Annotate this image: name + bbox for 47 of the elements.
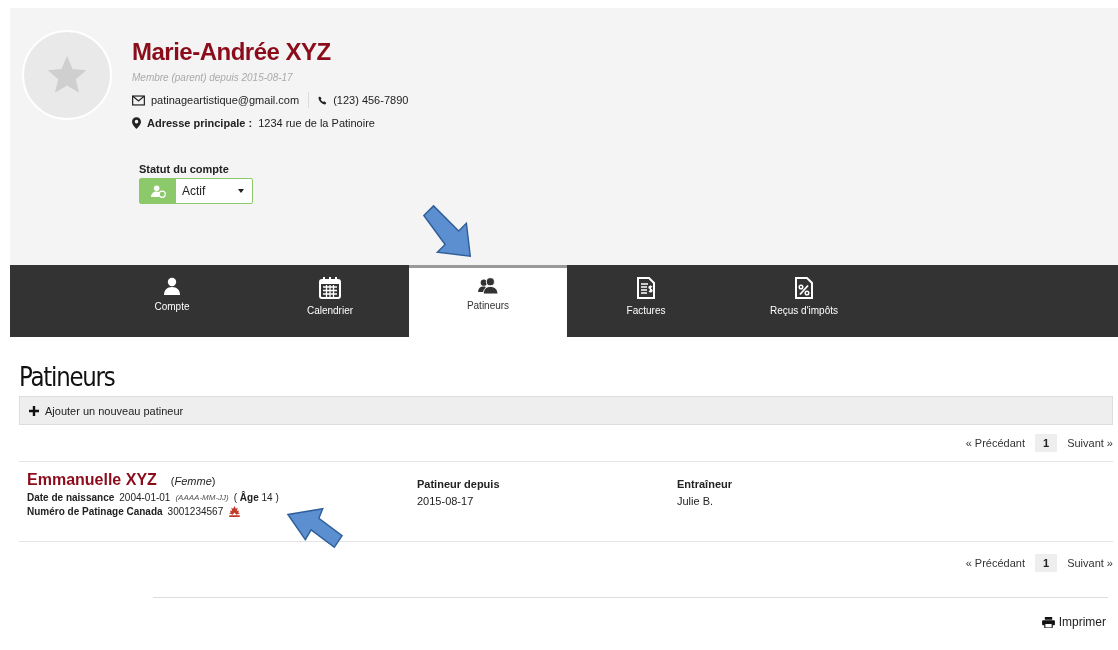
nav-tab[interactable]: Calendrier [251, 265, 409, 337]
invoice-icon [637, 277, 655, 299]
skater-name[interactable]: Emmanuelle XYZ [27, 471, 157, 489]
member-name: Marie-Andrée XYZ [132, 38, 332, 66]
skater-since-date: 2015-08-17 [417, 495, 475, 507]
skater-since-label: Patineur depuis [417, 478, 501, 490]
address-label: Adresse principale : [147, 117, 253, 129]
people-icon [477, 277, 499, 294]
annotation-arrow [286, 506, 344, 550]
phone-icon [318, 95, 328, 105]
envelope-icon [132, 94, 145, 106]
next-link[interactable]: Suivant » [1067, 437, 1113, 449]
percent-icon [795, 277, 813, 299]
status-select[interactable]: Actif [139, 178, 253, 204]
page-number[interactable]: 1 [1035, 554, 1058, 572]
birth-date-label: Date de naissance [27, 492, 115, 503]
date-format-hint: (AAAA-MM-JJ) [175, 493, 229, 502]
skate-canada-number: 3001234567 [167, 506, 224, 517]
nav-tab[interactable]: Reçus d'impôts [725, 265, 883, 337]
person-icon [164, 277, 180, 295]
printer-icon [1041, 616, 1055, 628]
page-number[interactable]: 1 [1035, 434, 1058, 452]
calendar-icon [319, 277, 341, 299]
skater-gender: (Femme) [170, 475, 216, 487]
phone-number: (123) 456-7890 [333, 94, 409, 106]
nav-tab[interactable]: Factures [567, 265, 725, 337]
previous-link[interactable]: « Précédant [965, 557, 1025, 569]
skater-age: ( Âge 14 ) [233, 492, 279, 503]
previous-link[interactable]: « Précédant [965, 437, 1025, 449]
address: 1234 rue de la Patinoire [258, 117, 375, 129]
skate-canada-number-label: Numéro de Patinage Canada [27, 506, 163, 517]
add-skater-button[interactable]: Ajouter un nouveau patineur [19, 396, 1113, 425]
plus-icon [29, 405, 39, 416]
coach-label: Entraîneur [677, 478, 732, 490]
email: patinageartistique@gmail.com [151, 94, 300, 106]
status-label: Statut du compte [139, 163, 230, 175]
birth-date: 2004-01-01 [119, 492, 171, 503]
user-check-icon [150, 184, 166, 198]
member-since: Membre (parent) depuis 2015-08-17 [132, 72, 294, 83]
coach-name: Julie B. [677, 495, 715, 507]
nav-tab[interactable]: Patineurs [409, 265, 567, 337]
page-title: Patineurs [19, 361, 116, 392]
map-pin-icon [132, 117, 141, 129]
next-link[interactable]: Suivant » [1067, 557, 1113, 569]
nav-tab[interactable]: Compte [93, 265, 251, 337]
maple-leaf-icon [228, 506, 242, 517]
print-button[interactable]: Imprimer [1041, 615, 1113, 629]
